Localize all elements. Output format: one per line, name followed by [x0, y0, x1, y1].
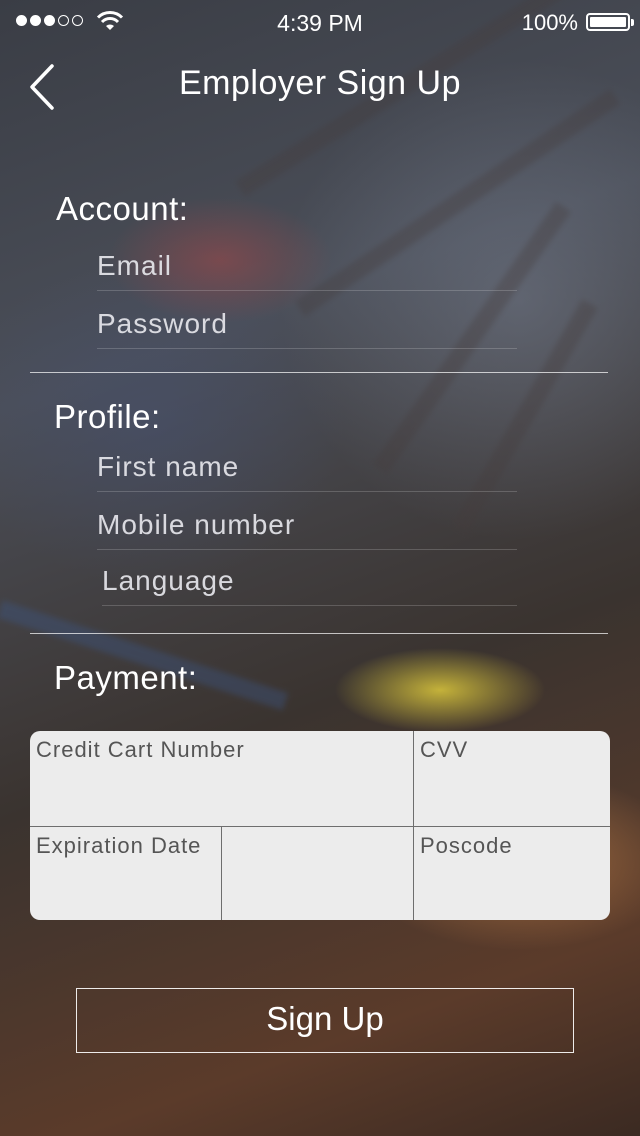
payment-heading: Payment: [54, 659, 198, 696]
battery-percent: 100% [521, 10, 578, 35]
poscode-placeholder: Poscode [420, 833, 513, 858]
grid-line [221, 826, 222, 920]
card-number-field[interactable]: Credit Cart Number [30, 731, 413, 826]
expiration-date-placeholder: Expiration Date [36, 833, 202, 858]
grid-line [30, 826, 610, 827]
first-name-field[interactable]: First name [97, 447, 517, 492]
language-field[interactable]: Language [102, 561, 517, 606]
expiration-month-field[interactable]: Expiration Date [30, 827, 221, 920]
page-title: Employer Sign Up [178, 64, 461, 102]
cvv-placeholder: CVV [420, 737, 469, 762]
section-divider [30, 633, 608, 634]
section-divider [30, 372, 608, 373]
card-number-placeholder: Credit Cart Number [36, 737, 245, 762]
expiration-year-field[interactable] [222, 827, 413, 920]
poscode-field[interactable]: Poscode [414, 827, 610, 920]
payment-form: Credit Cart Number CVV Expiration Date P… [30, 731, 610, 920]
profile-heading: Profile: [54, 398, 161, 435]
email-field[interactable]: Email [97, 246, 517, 291]
status-bar: 4:39 PM 100% [0, 0, 640, 44]
cvv-field[interactable]: CVV [414, 731, 610, 826]
battery-icon [586, 13, 634, 31]
sign-up-button[interactable]: Sign Up [76, 988, 574, 1053]
account-heading: Account: [56, 190, 189, 227]
password-field[interactable]: Password [97, 304, 517, 349]
signup-screen: 4:39 PM 100% Employer Sign Up Account: E… [0, 0, 640, 1136]
mobile-number-field[interactable]: Mobile number [97, 505, 517, 550]
